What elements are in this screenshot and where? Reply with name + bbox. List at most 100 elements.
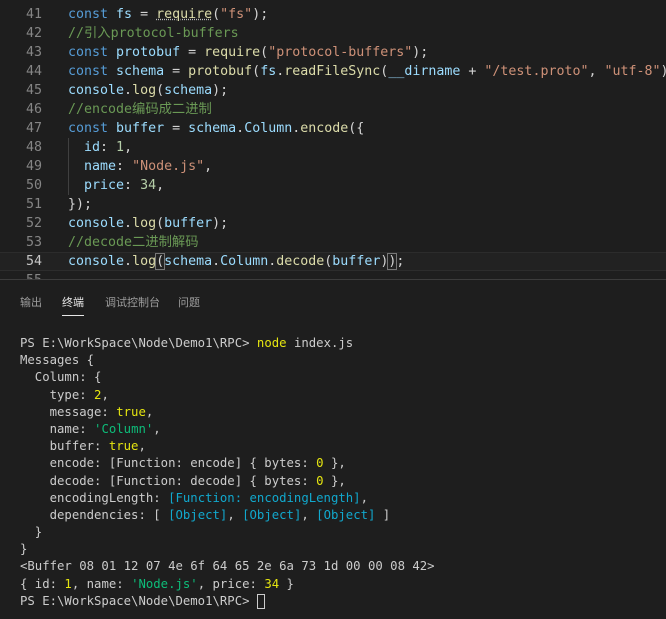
tab-output[interactable]: 输出 (20, 295, 42, 315)
terminal-token: [Object] (168, 507, 228, 522)
code-line[interactable]: 44 const schema = protobuf(fs.readFileSyn… (0, 62, 666, 81)
line-number: 47 (25, 121, 42, 136)
code-token: ( (212, 7, 221, 22)
terminal-token: { id: (20, 576, 65, 591)
terminal-token: , (153, 421, 161, 436)
terminal-line: dependencies: [ [Object], [Object], [Obj… (20, 507, 660, 524)
code-token: = (132, 7, 157, 22)
code-token: buffer (116, 121, 165, 136)
terminal-line: PS E:\WorkSpace\Node\Demo1\RPC> node ind… (20, 335, 660, 352)
code-line[interactable]: 55 (0, 271, 666, 279)
code-token: console (68, 83, 125, 98)
code-line[interactable]: 53 //decode二进制解码 (0, 233, 666, 252)
terminal-token: <Buffer 08 01 12 07 4e 6f 64 65 2e 6a 73… (20, 559, 435, 574)
terminal-token: , (145, 404, 154, 419)
terminal-line: { id: 1, name: 'Node.js', price: 34 } (20, 576, 660, 593)
code-text: const schema = protobuf(fs.readFileSync(… (68, 62, 666, 81)
line-number: 46 (25, 102, 42, 117)
code-token: ); (212, 83, 229, 98)
code-token: , (204, 159, 213, 174)
code-token: //引入protocol-buffers (68, 26, 239, 41)
code-text: const buffer = schema.Column.encode({ (68, 119, 364, 138)
code-token: 34 (140, 178, 157, 193)
code-editor[interactable]: 41 const fs = require("fs"); 42//引入protoco… (0, 0, 666, 279)
terminal-cursor[interactable] (256, 593, 265, 609)
code-token: ( (252, 64, 261, 79)
line-number: 48 (25, 140, 42, 155)
terminal-token: }, (323, 473, 346, 488)
code-token: protobuf (116, 45, 181, 60)
code-text: }); (68, 195, 92, 214)
code-token: log (132, 254, 157, 269)
code-line[interactable]: 50 price: 34, (0, 176, 666, 195)
code-text: console.log(schema.Column.decode(buffer)… (68, 253, 404, 270)
tab-terminal[interactable]: 终端 (62, 295, 84, 316)
code-token: require (204, 45, 261, 60)
code-line[interactable]: 45 console.log(schema); (0, 81, 666, 100)
code-line[interactable]: 54 console.log(schema.Column.decode(buffe… (0, 252, 666, 271)
terminal-token: type: (20, 387, 95, 402)
code-line[interactable]: 41 const fs = require("fs"); (0, 5, 666, 24)
terminal-line: encodingLength: [Function: encodingLengt… (20, 490, 660, 507)
code-token: ); (252, 7, 269, 22)
code-token: = (180, 45, 205, 60)
tab-problems[interactable]: 问题 (178, 295, 200, 315)
code-line[interactable]: 49 name: "Node.js", (0, 157, 666, 176)
terminal-line: Column: { (20, 369, 660, 386)
terminal-token: true (108, 439, 139, 454)
code-token: fs (116, 7, 133, 22)
indent-guide (68, 138, 69, 195)
code-line[interactable]: 42 //引入protocol-buffers (0, 24, 666, 43)
terminal-output[interactable]: PS E:\WorkSpace\Node\Demo1\RPC> node ind… (20, 335, 660, 610)
terminal-token: Column: { (20, 370, 102, 385)
code-line[interactable]: 52 console.log(buffer); (0, 214, 666, 233)
code-token: . (124, 216, 133, 231)
code-line[interactable]: 51}); (0, 195, 666, 214)
code-token: const (68, 64, 117, 79)
code-token: Column (244, 121, 293, 136)
code-text: //encode编码成二进制 (68, 100, 212, 119)
terminal-token: [Function: encodingLength] (168, 490, 361, 505)
line-number: 45 (25, 83, 42, 98)
terminal-line: PS E:\WorkSpace\Node\Demo1\RPC> (20, 593, 660, 610)
code-token: log (132, 83, 157, 98)
terminal-line: } (20, 524, 660, 541)
code-token: ; (396, 254, 405, 269)
code-token: , (588, 64, 605, 79)
terminal-token: , name: (71, 576, 132, 591)
terminal-token: decode: [Function: decode] { bytes: (20, 473, 317, 488)
line-number: 50 (25, 178, 42, 193)
code-token: : (116, 159, 133, 174)
terminal-line: type: 2, (20, 387, 660, 404)
line-number: 44 (25, 64, 42, 79)
code-token: id (84, 140, 101, 155)
terminal-line: } (20, 541, 660, 558)
code-line[interactable]: 47 const buffer = schema.Column.encode({ (0, 119, 666, 138)
code-token: const (68, 7, 117, 22)
code-token: . (124, 254, 133, 269)
code-token: ( (260, 45, 269, 60)
terminal-token: buffer: (20, 439, 109, 454)
line-number: 53 (25, 235, 42, 250)
terminal-token: 34 (264, 576, 280, 591)
code-token: ( (156, 83, 165, 98)
code-token: __dirname (388, 64, 461, 79)
code-line[interactable]: 43 const protobuf = require("protocol-buf… (0, 43, 666, 62)
code-token: console (68, 216, 125, 231)
code-token: price (84, 178, 125, 193)
code-token: //encode编码成二进制 (68, 102, 212, 117)
code-token: schema (188, 121, 237, 136)
code-line[interactable]: 48 id: 1, (0, 138, 666, 157)
code-token: buffer (332, 254, 381, 269)
code-line[interactable]: 46 //encode编码成二进制 (0, 100, 666, 119)
terminal-token: ] (375, 507, 391, 522)
code-token: name (84, 159, 117, 174)
terminal-token: }, (323, 456, 346, 471)
tab-debug-console[interactable]: 调试控制台 (105, 295, 160, 315)
code-token: schema (116, 64, 165, 79)
code-text: const fs = require("fs"); (68, 5, 268, 24)
bottom-panel: 输出 终端 调试控制台 问题 PS E:\WorkSpace\Node\Demo… (0, 279, 666, 619)
code-text: //引入protocol-buffers (68, 24, 239, 43)
